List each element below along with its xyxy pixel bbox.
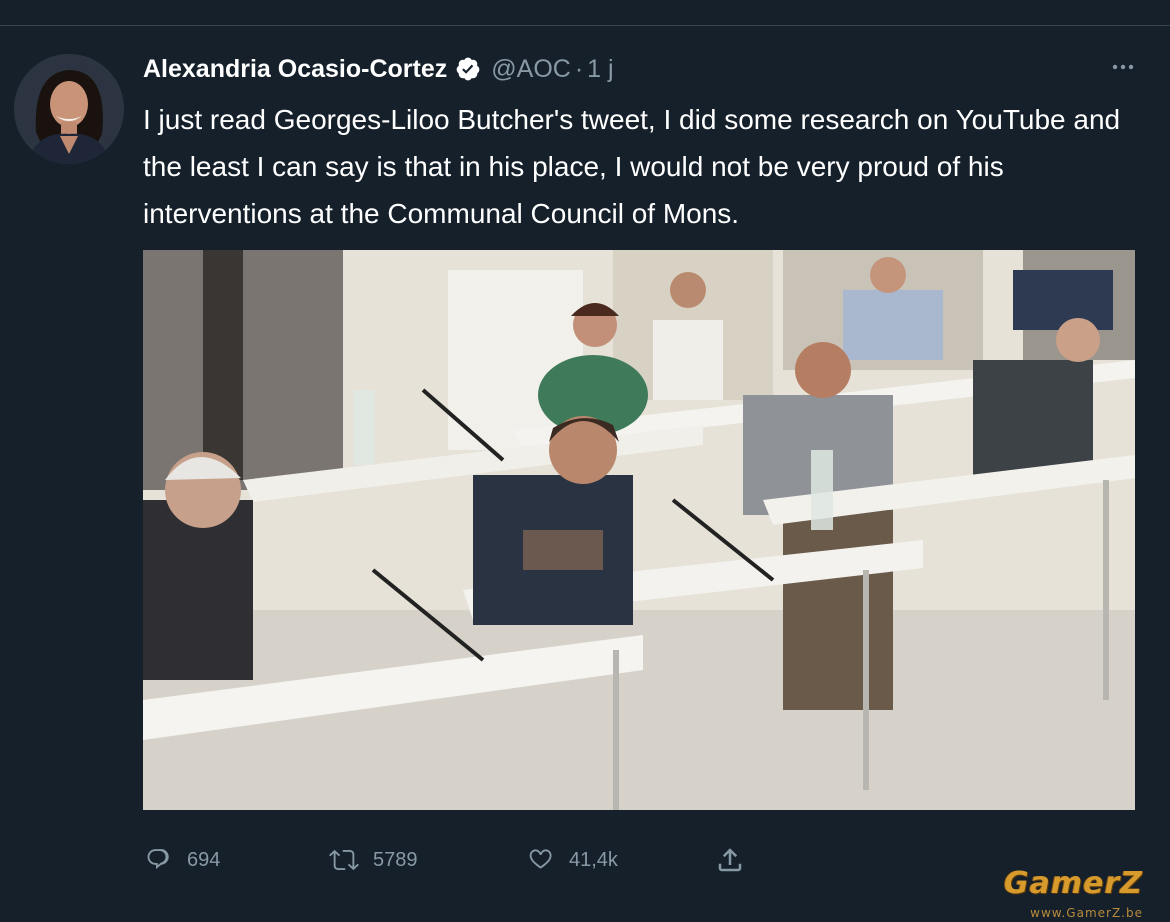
- heart-icon: [529, 849, 552, 869]
- timeline-divider: [0, 0, 1170, 26]
- retweet-icon: [329, 849, 359, 871]
- reply-button[interactable]: 694: [143, 843, 329, 877]
- tweet-photo[interactable]: [143, 250, 1135, 810]
- tweet-timestamp[interactable]: 1 j: [587, 55, 613, 84]
- author-handle[interactable]: @AOC: [491, 55, 571, 84]
- share-button[interactable]: [715, 843, 745, 877]
- more-horizontal-icon[interactable]: [1108, 52, 1138, 82]
- like-count: 41,4k: [569, 848, 618, 871]
- tweet-header: Alexandria Ocasio-Cortez @AOC · 1 j: [143, 51, 614, 87]
- avatar[interactable]: [14, 54, 124, 164]
- verified-badge-icon: [455, 56, 481, 82]
- watermark-logo: GamerZ: [1003, 866, 1143, 901]
- retweet-button[interactable]: 5789: [329, 843, 525, 877]
- share-icon: [718, 848, 742, 872]
- tweet-text: I just read Georges-Liloo Butcher's twee…: [143, 104, 1121, 229]
- tweet[interactable]: Alexandria Ocasio-Cortez @AOC · 1 j I ju…: [0, 26, 1170, 922]
- separator-dot: ·: [574, 54, 584, 83]
- reply-count: 694: [187, 848, 221, 871]
- watermark-url: www.GamerZ.be: [1030, 906, 1143, 920]
- like-button[interactable]: 41,4k: [525, 843, 715, 877]
- retweet-count: 5789: [373, 848, 418, 871]
- reply-icon: [147, 849, 169, 870]
- watermark: GamerZ www.GamerZ.be: [985, 866, 1155, 922]
- tweet-actions: 694 5789 41,4k: [143, 843, 745, 877]
- author-name[interactable]: Alexandria Ocasio-Cortez: [143, 55, 447, 84]
